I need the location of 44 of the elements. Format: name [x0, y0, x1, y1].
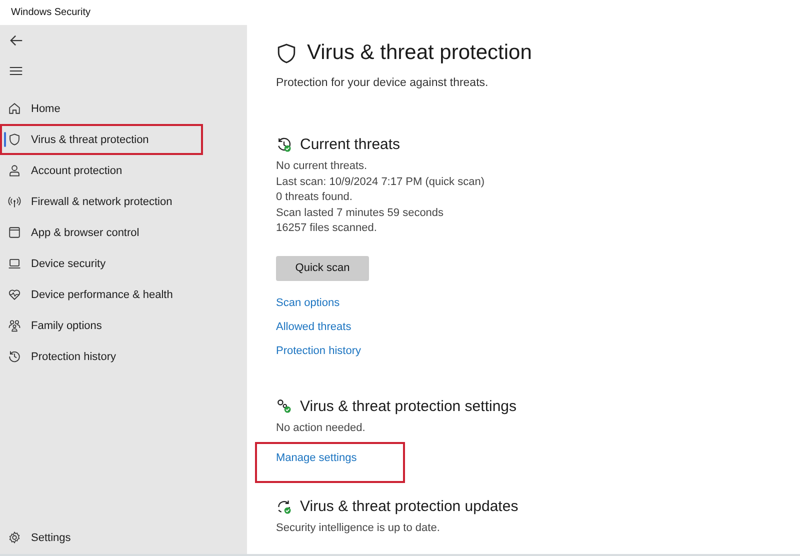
status-text: Security intelligence is up to date.	[276, 521, 441, 536]
link[interactable]: Protection history	[276, 344, 361, 356]
link[interactable]: Allowed threats	[276, 320, 352, 332]
status-text: 16257 files scanned.	[276, 221, 378, 236]
antenna-icon	[8, 195, 21, 208]
family-icon	[8, 319, 21, 332]
home-icon	[8, 102, 21, 115]
sidebar-item[interactable]: Firewall & network protection	[4, 188, 201, 215]
section-heading: Virus & threat protection updates	[300, 498, 518, 515]
quick-scan-button[interactable]: Quick scan	[276, 256, 369, 280]
section-heading: Current threats	[300, 136, 400, 153]
window-title: Windows Security	[11, 7, 90, 18]
status-text: Last scan: 10/9/2024 7:17 PM (quick scan)	[276, 174, 486, 190]
page-subtitle: Protection for your device against threats.	[276, 77, 490, 89]
sidebar-item[interactable]: Device performance & health	[4, 281, 201, 308]
refresh-check-icon	[276, 498, 292, 514]
window-icon	[8, 226, 21, 239]
settings-icon	[8, 531, 21, 544]
sidebar-item[interactable]: Virus & threat protection	[4, 126, 201, 153]
sidebar-item[interactable]: App & browser control	[4, 219, 201, 246]
sidebar-item[interactable]: Family options	[4, 312, 201, 339]
status-text: No current threats.	[276, 159, 368, 174]
status-text: Scan lasted 7 minutes 59 seconds	[276, 206, 445, 220]
shield-icon	[276, 42, 297, 64]
history-icon	[8, 350, 21, 363]
section-heading: Virus & threat protection settings	[300, 398, 517, 414]
clock-check-icon	[276, 136, 292, 152]
menu-icon[interactable]	[9, 64, 23, 78]
link[interactable]: Manage settings	[276, 452, 357, 464]
status-text: No action needed.	[276, 420, 366, 436]
sidebar-item[interactable]: Protection history	[4, 343, 201, 370]
link[interactable]: Scan options	[276, 296, 340, 308]
sidebar-item[interactable]: Account protection	[4, 157, 201, 184]
heart-pulse-icon	[8, 288, 21, 301]
status-text: 0 threats found.	[276, 190, 354, 205]
gears-check-icon	[276, 398, 292, 414]
page-title: Virus & threat protection	[307, 41, 532, 65]
settings-item[interactable]: Settings	[0, 524, 247, 551]
laptop-icon	[8, 257, 21, 270]
sidebar-item[interactable]: Home	[4, 95, 201, 122]
shield-icon	[8, 133, 21, 146]
person-icon	[8, 164, 21, 177]
back-icon[interactable]	[9, 33, 24, 48]
sidebar-item[interactable]: Device security	[4, 250, 201, 277]
